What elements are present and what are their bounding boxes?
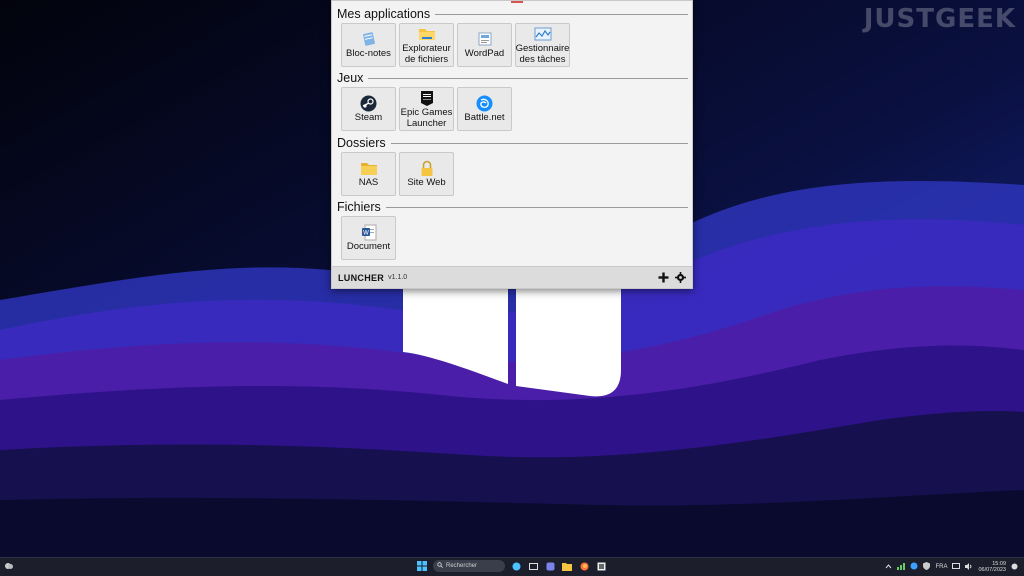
clock-date: 06/07/2023 bbox=[978, 567, 1006, 573]
section-header-jeux: Jeux bbox=[337, 71, 688, 85]
tile-label: Site Web bbox=[407, 177, 446, 189]
section-title: Mes applications bbox=[337, 7, 431, 21]
weather-icon[interactable] bbox=[4, 561, 14, 571]
section-title: Dossiers bbox=[337, 136, 386, 150]
battlenet-icon bbox=[476, 94, 494, 112]
task-view-icon[interactable] bbox=[527, 560, 539, 572]
watermark: JUSTGEEK bbox=[863, 4, 1016, 34]
svg-text:W: W bbox=[363, 229, 369, 236]
tile-site-web[interactable]: Site Web bbox=[399, 152, 454, 196]
language-indicator[interactable]: FRA bbox=[935, 564, 947, 570]
teams-icon[interactable] bbox=[544, 560, 556, 572]
tile-label: Steam bbox=[354, 112, 383, 124]
section-header-dossiers: Dossiers bbox=[337, 136, 688, 150]
notepad-icon bbox=[360, 30, 378, 48]
taskbar-search[interactable]: Rechercher bbox=[433, 560, 505, 572]
tile-battlenet[interactable]: Battle.net bbox=[457, 87, 512, 131]
tile-label: Battle.net bbox=[464, 112, 505, 124]
windows-logo-right bbox=[516, 289, 621, 397]
taskbar: Rechercher FRA 15:09 06/07/2023 bbox=[0, 557, 1024, 576]
tile-bloc-notes[interactable]: Bloc-notes bbox=[341, 23, 396, 67]
section-header-fichiers: Fichiers bbox=[337, 200, 688, 214]
epic-games-icon bbox=[418, 89, 436, 107]
tile-label: Epic Games Launcher bbox=[400, 107, 453, 129]
firefox-icon[interactable] bbox=[578, 560, 590, 572]
launcher-window: Mes applications Bloc-notes Explorateur … bbox=[331, 0, 693, 289]
system-tray: FRA 15:09 06/07/2023 bbox=[885, 560, 1018, 574]
network-icon[interactable] bbox=[897, 562, 906, 572]
section-divider bbox=[435, 13, 688, 15]
section-title: Fichiers bbox=[337, 200, 381, 214]
launcher-footer: LUNCHER v1.1.0 bbox=[332, 266, 692, 288]
tile-label: NAS bbox=[358, 177, 379, 189]
lock-icon bbox=[418, 159, 436, 177]
section-divider bbox=[368, 77, 688, 79]
top-accent-bar bbox=[511, 1, 523, 3]
footer-actions bbox=[658, 272, 686, 283]
folder-icon bbox=[418, 25, 436, 43]
section-divider bbox=[390, 142, 688, 144]
section-divider bbox=[385, 206, 688, 208]
clock[interactable]: 15:09 06/07/2023 bbox=[978, 561, 1006, 574]
tile-explorateur[interactable]: Explorateur de fichiers bbox=[399, 23, 454, 67]
app-version: v1.1.0 bbox=[388, 274, 408, 281]
notifications-icon[interactable] bbox=[1011, 563, 1018, 572]
add-icon[interactable] bbox=[658, 272, 669, 283]
chevron-up-icon[interactable] bbox=[885, 563, 892, 571]
tile-label: Explorateur de fichiers bbox=[402, 43, 451, 65]
copilot-icon[interactable] bbox=[510, 560, 522, 572]
app-name: LUNCHER bbox=[338, 272, 385, 283]
tile-label: Bloc-notes bbox=[346, 48, 391, 60]
search-icon bbox=[437, 562, 443, 570]
folder-icon bbox=[360, 159, 378, 177]
tile-document[interactable]: W Document bbox=[341, 216, 396, 260]
tile-wordpad[interactable]: WordPad bbox=[457, 23, 512, 67]
monitor-icon[interactable] bbox=[952, 562, 961, 572]
tile-label: WordPad bbox=[464, 48, 505, 60]
taskbar-apps: Rechercher bbox=[416, 560, 607, 572]
steam-icon bbox=[360, 94, 378, 112]
gear-icon[interactable] bbox=[675, 272, 686, 283]
section-header-applications: Mes applications bbox=[337, 7, 688, 21]
shield-icon[interactable] bbox=[923, 562, 931, 572]
wordpad-icon bbox=[476, 30, 494, 48]
tile-label: Gestionnaire des tâches bbox=[515, 43, 570, 65]
word-document-icon: W bbox=[360, 223, 378, 241]
search-placeholder: Rechercher bbox=[446, 563, 478, 569]
section-title: Jeux bbox=[337, 71, 364, 85]
tile-label: Document bbox=[346, 241, 391, 253]
tile-epic-games[interactable]: Epic Games Launcher bbox=[399, 87, 454, 131]
task-manager-icon bbox=[534, 25, 552, 43]
tile-gestionnaire-taches[interactable]: Gestionnaire des tâches bbox=[515, 23, 570, 67]
volume-icon[interactable] bbox=[965, 562, 973, 572]
tile-steam[interactable]: Steam bbox=[341, 87, 396, 131]
tile-nas[interactable]: NAS bbox=[341, 152, 396, 196]
launcher-taskbar-icon[interactable] bbox=[595, 560, 607, 572]
folder-icon[interactable] bbox=[561, 560, 573, 572]
app-tray-icon[interactable] bbox=[910, 562, 918, 572]
start-icon[interactable] bbox=[416, 560, 428, 572]
